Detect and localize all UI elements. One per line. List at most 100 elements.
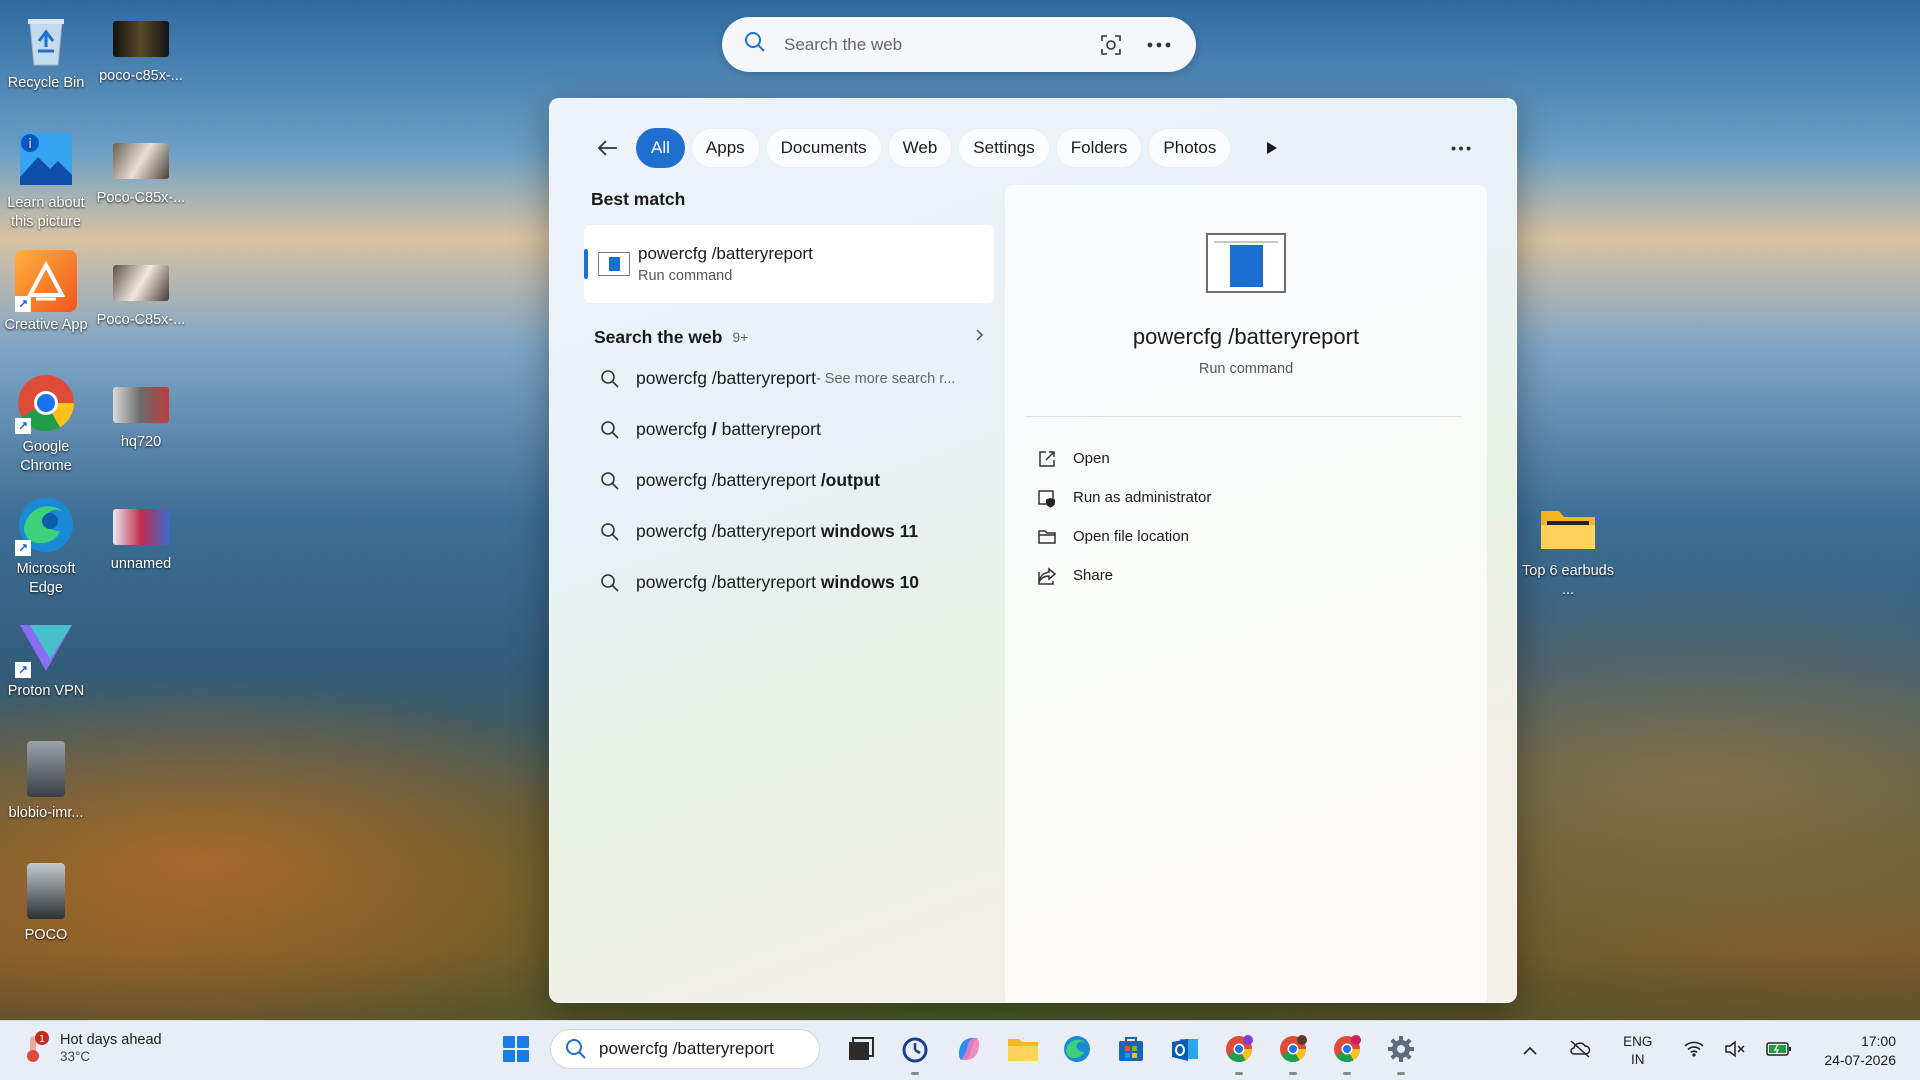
filter-chip-apps[interactable]: Apps xyxy=(690,128,760,168)
more-filters-button[interactable] xyxy=(1255,131,1289,165)
cloud-offline-icon[interactable] xyxy=(1569,1039,1591,1063)
copilot-icon xyxy=(959,1038,979,1060)
language-indicator[interactable]: ENG IN xyxy=(1623,1033,1652,1069)
search-icon xyxy=(601,369,619,388)
desktop-icon-poco-c85x-1[interactable]: poco-c85x-... xyxy=(93,8,189,86)
more-options-icon[interactable] xyxy=(1144,30,1174,60)
desktop-icon-label: poco-c85x-... xyxy=(99,68,183,84)
filter-chip-folders[interactable]: Folders xyxy=(1055,128,1143,168)
web-suggestion[interactable]: powercfg /batteryreport windows 11 xyxy=(584,506,994,557)
desktop-icon-proton-vpn[interactable]: ↗ Proton VPN xyxy=(0,616,94,701)
image-thumbnail-icon xyxy=(113,387,169,423)
best-match-result[interactable]: powercfg /batteryreport Run command xyxy=(584,225,994,303)
web-search-bar[interactable]: Search the web xyxy=(722,17,1196,72)
search-the-web-header[interactable]: Search the web 9+ xyxy=(584,321,994,353)
filter-chip-settings[interactable]: Settings xyxy=(958,128,1050,168)
action-label: Open xyxy=(1073,450,1110,467)
desktop-icon-creative-app[interactable]: ↗ Creative App xyxy=(0,250,94,335)
volume-muted-icon[interactable] xyxy=(1724,1039,1746,1063)
desktop-icon-label: Recycle Bin xyxy=(7,75,85,91)
clock[interactable]: 17:00 24-07-2026 xyxy=(1824,1032,1896,1070)
taskbar-app-chrome-profile-c[interactable] xyxy=(1219,1029,1259,1075)
taskbar-app-settings[interactable] xyxy=(1381,1029,1421,1075)
search-icon xyxy=(566,1039,586,1059)
taskbar-app-chrome-profile-photo[interactable] xyxy=(1273,1029,1313,1075)
desktop-icon-learn-picture[interactable]: i Learn about this picture xyxy=(0,128,94,232)
svg-text:i: i xyxy=(28,137,32,152)
taskbar-app-edge[interactable] xyxy=(1057,1029,1097,1069)
taskbar-app-copilot[interactable] xyxy=(949,1029,989,1069)
shortcut-arrow-icon: ↗ xyxy=(15,662,31,678)
search-icon xyxy=(744,31,766,58)
back-button[interactable] xyxy=(590,131,624,165)
desktop-icon-label: POCO xyxy=(24,927,68,943)
action-open[interactable]: Open xyxy=(1037,439,1211,478)
web-suggestion[interactable]: powercfg /batteryreport - See more searc… xyxy=(584,353,994,404)
web-suggestion[interactable]: powercfg /batteryreport windows 10 xyxy=(584,557,994,608)
action-run-as-admin[interactable]: Run as administrator xyxy=(1037,478,1211,517)
shortcut-arrow-icon: ↗ xyxy=(15,418,31,434)
desktop-icon-top6-earbuds[interactable]: Top 6 earbuds ... xyxy=(1520,496,1616,600)
web-search-input[interactable]: Search the web xyxy=(784,35,1078,55)
desktop-icon-unnamed[interactable]: unnamed xyxy=(93,496,189,574)
taskbar-app-store[interactable] xyxy=(1111,1029,1151,1069)
filter-chip-web[interactable]: Web xyxy=(887,128,953,168)
share-icon xyxy=(1038,566,1057,585)
desktop-icon-label: Top 6 earbuds ... xyxy=(1522,563,1614,598)
filter-chip-all[interactable]: All xyxy=(636,128,685,168)
task-view-button[interactable] xyxy=(841,1029,881,1069)
divider xyxy=(1025,416,1461,417)
detail-pane: powercfg /batteryreport Run command Open… xyxy=(1005,185,1487,1002)
shortcut-arrow-icon: ↗ xyxy=(15,296,31,312)
panel-more-options-button[interactable] xyxy=(1446,135,1476,161)
weather-widget[interactable]: 1 Hot days ahead 33°C xyxy=(24,1030,162,1064)
suggestion-text: powercfg xyxy=(636,419,712,439)
desktop-icon-poco[interactable]: POCO xyxy=(0,860,94,945)
filter-chip-photos[interactable]: Photos xyxy=(1148,128,1232,168)
desktop-icon-recycle-bin[interactable]: Recycle Bin xyxy=(0,8,94,93)
run-command-large-icon xyxy=(1206,233,1286,293)
creative-app-icon: ↗ xyxy=(15,250,77,312)
suggestion-text: powercfg /batteryreport xyxy=(636,521,821,541)
taskbar-app-file-explorer[interactable] xyxy=(1003,1029,1043,1069)
play-icon xyxy=(1267,142,1278,154)
desktop-icon-label: Microsoft Edge xyxy=(16,561,76,596)
desktop-icon-microsoft-edge[interactable]: ↗ Microsoft Edge xyxy=(0,494,94,598)
battery-charging-icon[interactable] xyxy=(1766,1041,1792,1062)
selection-indicator xyxy=(584,249,588,279)
folder-icon xyxy=(1537,496,1599,558)
taskbar-app-outlook[interactable] xyxy=(1165,1029,1205,1069)
chevron-up-icon[interactable] xyxy=(1523,1042,1537,1060)
best-match-title: powercfg /batteryreport xyxy=(638,244,813,263)
desktop-icon-label: Poco-C85x-... xyxy=(96,190,186,206)
desktop-icon-blobio[interactable]: blobio-imr... xyxy=(0,738,94,823)
desktop-icon-hq720[interactable]: hq720 xyxy=(93,374,189,452)
desktop-icon-label: Creative App xyxy=(4,317,88,333)
taskbar-apps: powercfg /batteryreport xyxy=(498,1029,1428,1075)
filter-bar: All Apps Documents Web Settings Folders … xyxy=(590,128,1289,168)
taskbar-app-timer[interactable] xyxy=(895,1029,935,1075)
desktop-icon-poco-c85x-3[interactable]: Poco-C85x-... xyxy=(93,252,189,330)
chevron-right-icon xyxy=(976,328,984,346)
web-suggestion[interactable]: powercfg / batteryreport xyxy=(584,404,994,455)
open-external-icon xyxy=(1039,450,1055,467)
action-share[interactable]: Share xyxy=(1037,556,1211,595)
weather-headline: Hot days ahead xyxy=(60,1031,162,1048)
action-open-file-location[interactable]: Open file location xyxy=(1037,517,1211,556)
wifi-icon[interactable] xyxy=(1684,1041,1704,1062)
shield-admin-icon xyxy=(1038,489,1055,507)
result-count: 9+ xyxy=(732,329,749,345)
image-thumbnail-icon xyxy=(113,265,169,301)
desktop-icon-google-chrome[interactable]: ↗ Google Chrome xyxy=(0,372,94,476)
chrome-icon: ↗ xyxy=(15,372,77,434)
taskbar-search-box[interactable]: powercfg /batteryreport xyxy=(550,1029,820,1069)
web-suggestion[interactable]: powercfg /batteryreport /output xyxy=(584,455,994,506)
filter-chip-documents[interactable]: Documents xyxy=(765,128,882,168)
start-button[interactable] xyxy=(498,1031,534,1067)
search-panel: All Apps Documents Web Settings Folders … xyxy=(549,98,1517,1003)
taskbar-app-chrome-profile-j[interactable] xyxy=(1327,1029,1367,1075)
language-code: ENG xyxy=(1623,1034,1653,1049)
visual-search-icon[interactable] xyxy=(1096,30,1126,60)
weather-badge: 1 xyxy=(39,1034,45,1045)
desktop-icon-poco-c85x-2[interactable]: Poco-C85x-... xyxy=(93,130,189,208)
